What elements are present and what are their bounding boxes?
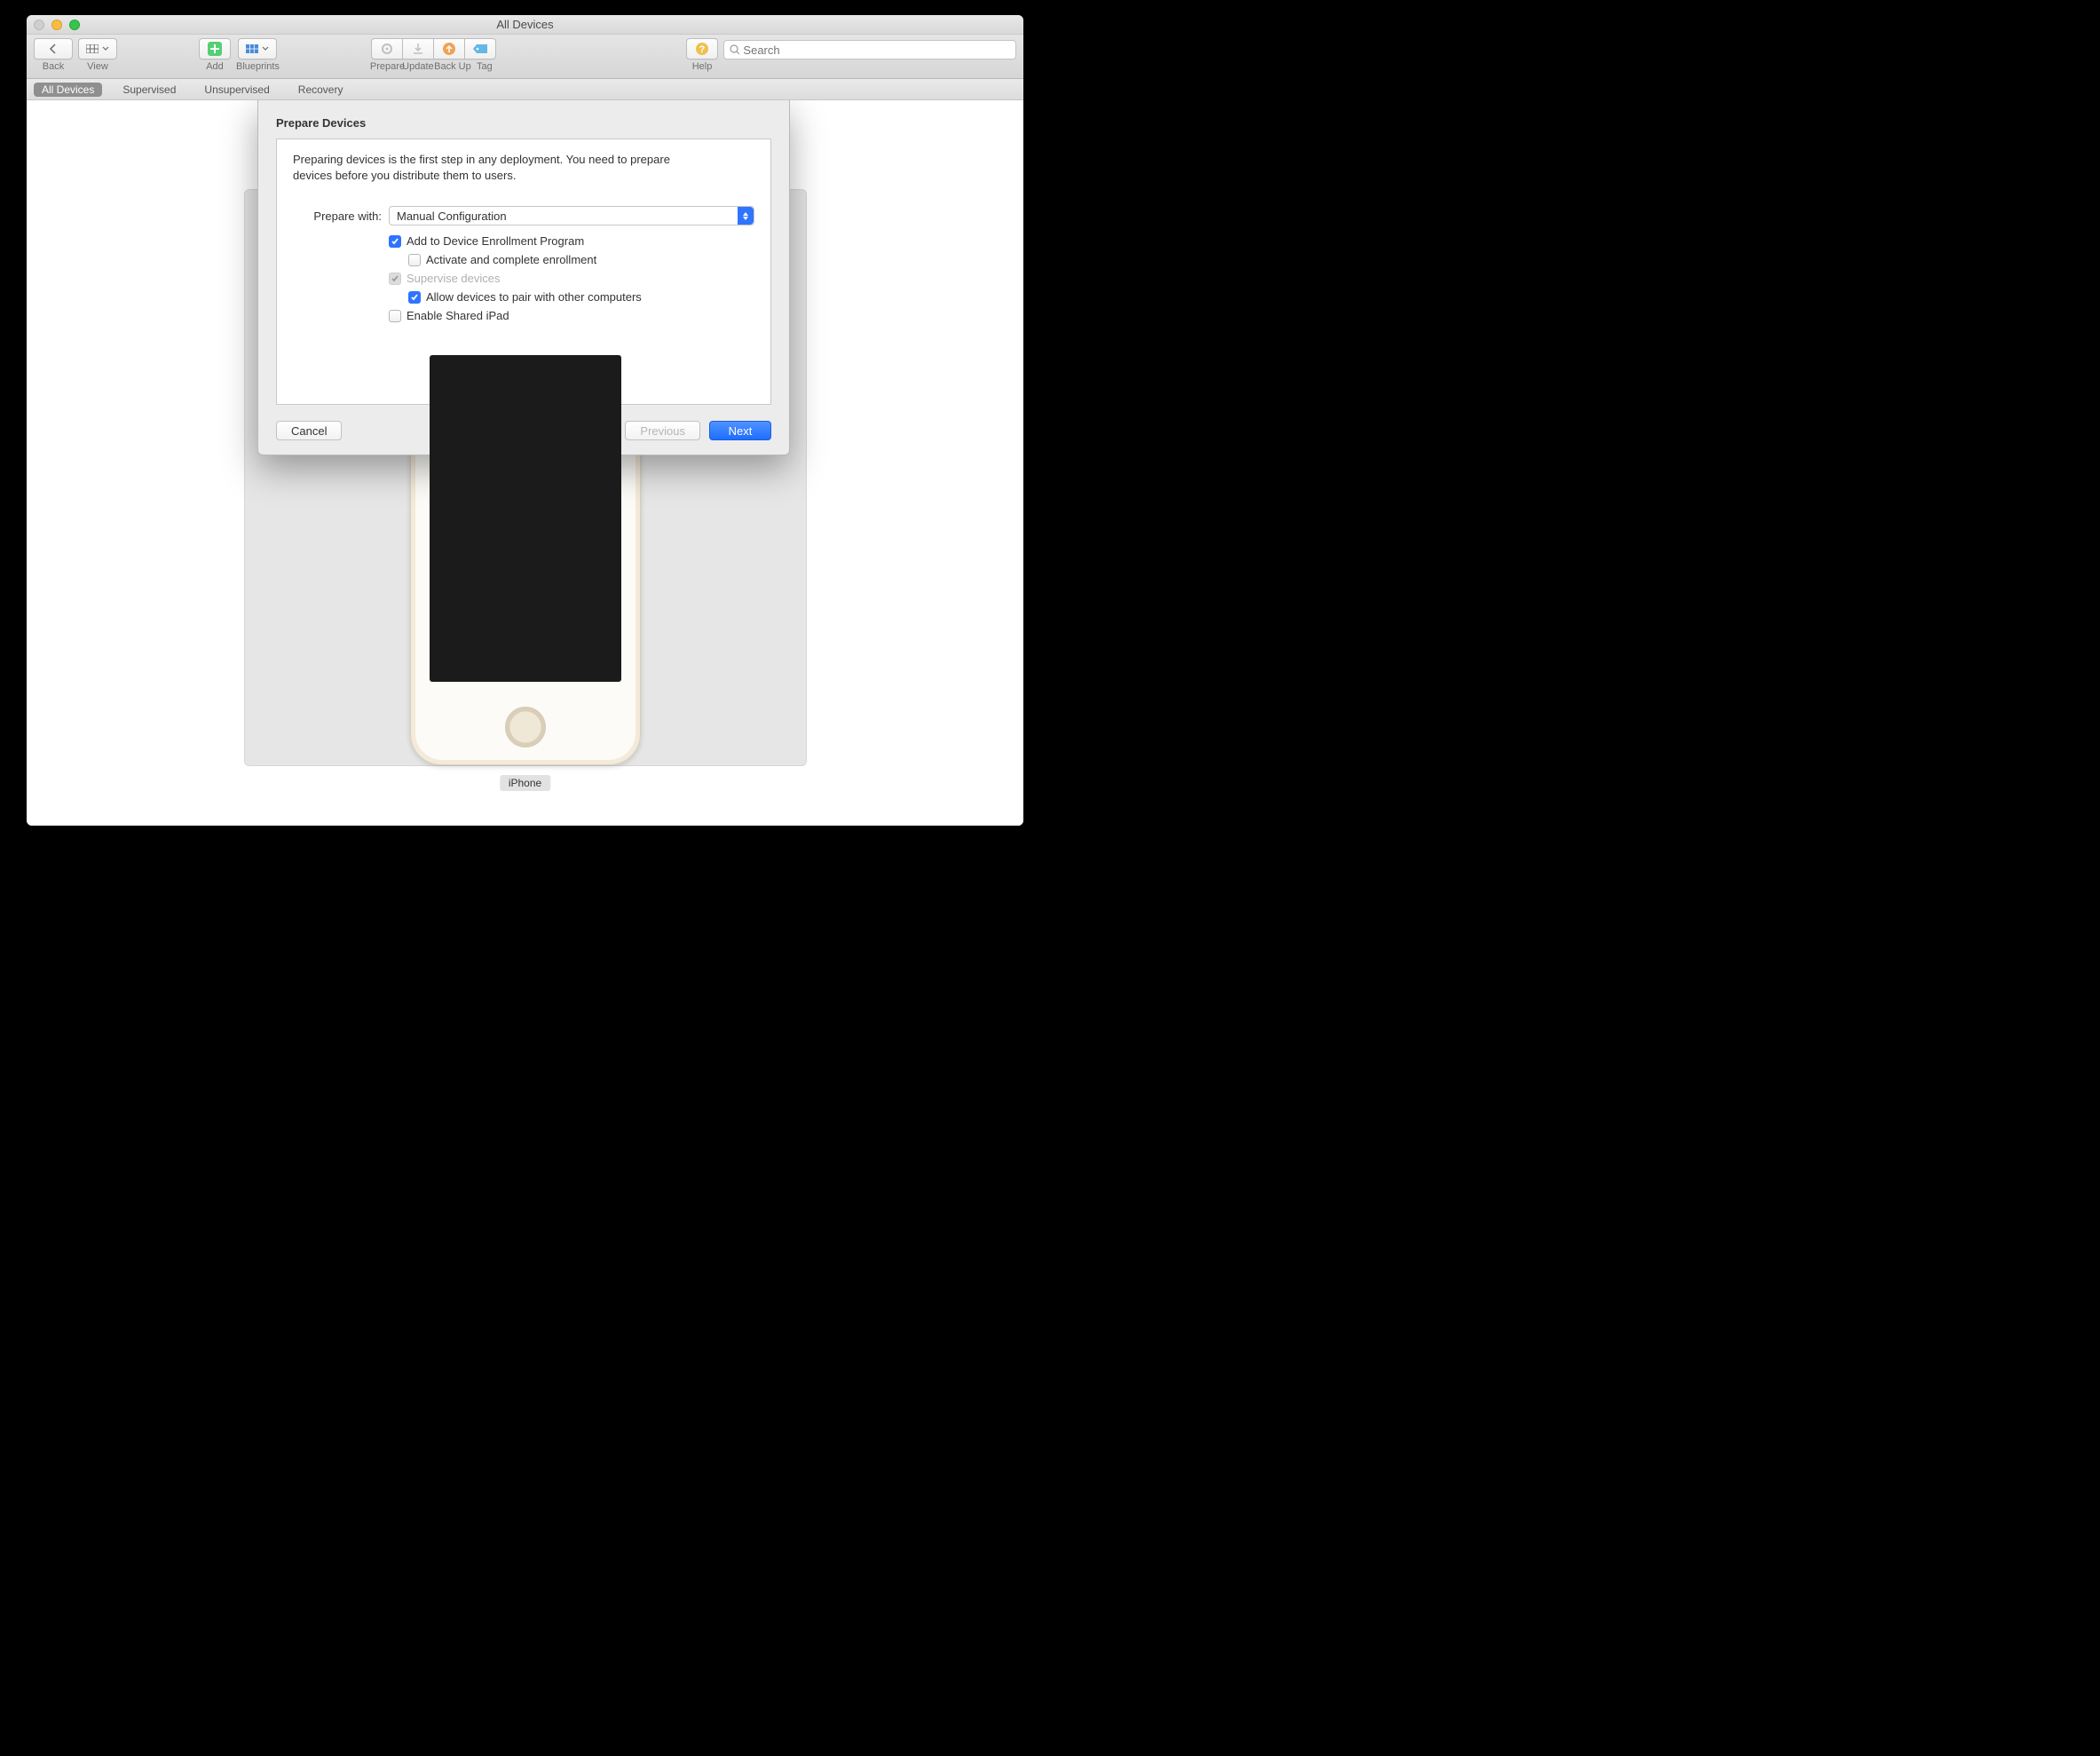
help-label: Help xyxy=(692,61,713,72)
check-pair[interactable]: Allow devices to pair with other compute… xyxy=(408,290,754,304)
window-title: All Devices xyxy=(27,18,1023,31)
chevron-down-icon xyxy=(102,46,109,51)
device-label[interactable]: iPhone xyxy=(500,775,550,791)
cancel-button[interactable]: Cancel xyxy=(276,421,342,440)
check-supervise: Supervise devices xyxy=(389,272,754,285)
content-area: iPhone Prepare Devices Preparing devices… xyxy=(27,100,1023,826)
plus-icon xyxy=(208,42,222,56)
add-label: Add xyxy=(206,61,224,72)
help-icon: ? xyxy=(695,42,709,56)
tag-icon xyxy=(472,44,488,54)
svg-text:?: ? xyxy=(699,44,706,55)
prepare-with-select[interactable]: Manual Configuration xyxy=(389,206,754,225)
search-icon xyxy=(730,44,739,55)
blueprints-label: Blueprints xyxy=(236,61,280,72)
scope-recovery[interactable]: Recovery xyxy=(290,83,351,97)
check-activate-label: Activate and complete enrollment xyxy=(426,253,596,266)
update-button[interactable] xyxy=(402,38,434,59)
prepare-label: Prepare xyxy=(370,61,402,72)
prepare-with-label: Prepare with: xyxy=(293,210,382,223)
scope-supervised[interactable]: Supervised xyxy=(114,83,184,97)
blueprints-button[interactable] xyxy=(238,38,277,59)
prepare-with-value: Manual Configuration xyxy=(397,210,507,223)
check-add-dep[interactable]: Add to Device Enrollment Program xyxy=(389,234,754,248)
check-activate[interactable]: Activate and complete enrollment xyxy=(408,253,754,266)
toolbar: Back View Add Blueprints xyxy=(27,35,1023,79)
scope-all-devices[interactable]: All Devices xyxy=(34,83,102,97)
checkbox-icon xyxy=(389,235,401,248)
backup-icon xyxy=(442,42,456,56)
checkbox-icon xyxy=(408,291,421,304)
next-button[interactable]: Next xyxy=(709,421,771,440)
grid-icon xyxy=(86,44,99,53)
search-field[interactable] xyxy=(723,40,1016,59)
backup-label: Back Up xyxy=(434,61,471,72)
select-stepper-icon xyxy=(738,207,754,225)
back-label: Back xyxy=(43,61,64,72)
device-screen xyxy=(430,355,621,682)
backup-button[interactable] xyxy=(433,38,465,59)
titlebar: All Devices xyxy=(27,15,1023,35)
download-icon xyxy=(411,42,425,56)
check-shared-ipad-label: Enable Shared iPad xyxy=(407,309,509,322)
check-add-dep-label: Add to Device Enrollment Program xyxy=(407,234,584,248)
checkbox-icon xyxy=(389,310,401,322)
check-supervise-label: Supervise devices xyxy=(407,272,501,285)
check-pair-label: Allow devices to pair with other compute… xyxy=(426,290,642,304)
chevron-left-icon xyxy=(48,44,59,54)
view-label: View xyxy=(87,61,108,72)
scope-bar: All Devices Supervised Unsupervised Reco… xyxy=(27,79,1023,100)
search-input[interactable] xyxy=(743,44,1010,57)
chevron-down-icon xyxy=(262,46,269,51)
help-button[interactable]: ? xyxy=(686,38,718,59)
sheet-title: Prepare Devices xyxy=(276,116,771,130)
window: All Devices Back View Add Bluepri xyxy=(27,15,1023,826)
prepare-button[interactable] xyxy=(371,38,403,59)
device-iphone[interactable] xyxy=(410,304,641,765)
back-button[interactable] xyxy=(34,38,73,59)
add-button[interactable] xyxy=(199,38,231,59)
checkbox-icon xyxy=(408,254,421,266)
scope-unsupervised[interactable]: Unsupervised xyxy=(196,83,277,97)
checkbox-icon xyxy=(389,273,401,285)
view-button[interactable] xyxy=(78,38,117,59)
tag-button[interactable] xyxy=(464,38,496,59)
previous-button: Previous xyxy=(625,421,700,440)
update-label: Update xyxy=(402,61,434,72)
tag-label: Tag xyxy=(471,61,498,72)
gear-icon xyxy=(380,42,394,56)
sheet-description: Preparing devices is the first step in a… xyxy=(293,152,710,183)
check-shared-ipad[interactable]: Enable Shared iPad xyxy=(389,309,754,322)
grid-icon xyxy=(246,44,258,53)
home-button-icon xyxy=(505,707,546,747)
